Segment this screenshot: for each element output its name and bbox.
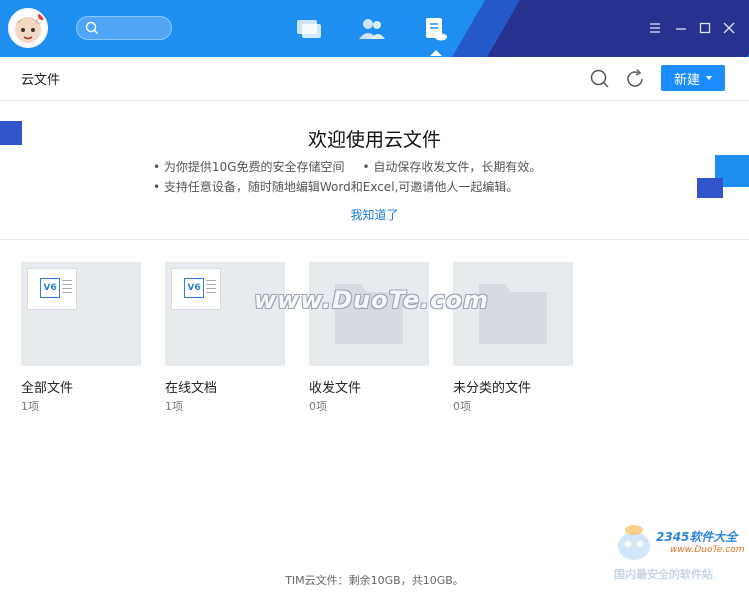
notification-dot — [38, 12, 46, 20]
folder-thumbnail — [309, 262, 429, 366]
folder-count: 1项 — [165, 400, 183, 413]
new-button[interactable]: 新建 — [661, 65, 725, 91]
close-icon[interactable] — [721, 20, 737, 36]
folder-name: 在线文档 — [165, 381, 218, 396]
brand-url: www.DuoTe.com — [670, 545, 745, 555]
mascot-icon — [618, 525, 650, 560]
folder-count: 0项 — [453, 400, 471, 413]
folder-thumbnail: V6 — [165, 262, 285, 366]
cloud-files-tab-icon[interactable] — [419, 15, 451, 56]
chevron-down-icon — [706, 76, 712, 80]
folder-thumbnail — [453, 262, 573, 366]
folder-card-online-docs[interactable]: V6 在线文档 1项 — [165, 262, 285, 414]
decorative-square — [697, 178, 723, 198]
folder-icon — [479, 284, 547, 344]
folder-name: 未分类的文件 — [453, 381, 532, 396]
folder-card-all-files[interactable]: V6 全部文件 1项 — [21, 262, 141, 414]
welcome-heading: 欢迎使用云文件 — [307, 129, 441, 151]
minimize-icon[interactable] — [673, 20, 689, 36]
folder-card-transfer-files[interactable]: 收发文件 0项 — [309, 262, 429, 414]
feature-item: • 为你提供10G免费的安全存储空间 — [153, 160, 345, 174]
folder-count: 0项 — [309, 400, 327, 413]
user-avatar[interactable] — [8, 8, 48, 48]
messages-tab-icon[interactable] — [293, 15, 325, 43]
feature-item: • 自动保存收发文件，长期有效。 — [362, 160, 542, 174]
folder-count: 1项 — [21, 400, 39, 413]
search-input[interactable] — [76, 16, 172, 40]
document-icon: V6 — [171, 268, 221, 310]
folder-icon — [335, 284, 403, 344]
watermark-text: www.DuoTe.com — [254, 286, 489, 314]
search-icon[interactable] — [588, 67, 612, 91]
brand-slogan: 国内最安全的软件站 — [614, 568, 713, 581]
feature-item: • 支持任意设备，随时随地编辑Word和Excel,可邀请他人一起编辑。 — [153, 180, 519, 194]
folder-name: 全部文件 — [21, 381, 74, 396]
folder-thumbnail: V6 — [21, 262, 141, 366]
folder-name: 收发文件 — [309, 381, 362, 396]
new-button-label: 新建 — [673, 71, 700, 87]
feature-list: • 为你提供10G免费的安全存储空间 • 自动保存收发文件，长期有效。 • 支持任… — [153, 157, 541, 197]
brand-text: 2345软件大全 — [656, 530, 738, 544]
corner-watermark-logo: 2345软件大全 www.DuoTe.com 国内最安全的软件站 — [612, 520, 749, 581]
menu-icon[interactable] — [647, 20, 663, 36]
document-icon: V6 — [27, 268, 77, 310]
toolbar: 云文件 — [0, 57, 749, 101]
got-it-link[interactable]: 我知道了 — [350, 208, 398, 222]
maximize-icon[interactable] — [697, 20, 713, 36]
search-icon — [85, 21, 98, 34]
page-title: 云文件 — [21, 73, 61, 88]
contacts-tab-icon[interactable] — [356, 15, 388, 43]
refresh-icon[interactable] — [623, 67, 647, 91]
folder-card-uncategorized[interactable]: 未分类的文件 0项 — [453, 262, 573, 414]
welcome-banner: 欢迎使用云文件 • 为你提供10G免费的安全存储空间 • 自动保存收发文件，长期有… — [0, 101, 749, 240]
